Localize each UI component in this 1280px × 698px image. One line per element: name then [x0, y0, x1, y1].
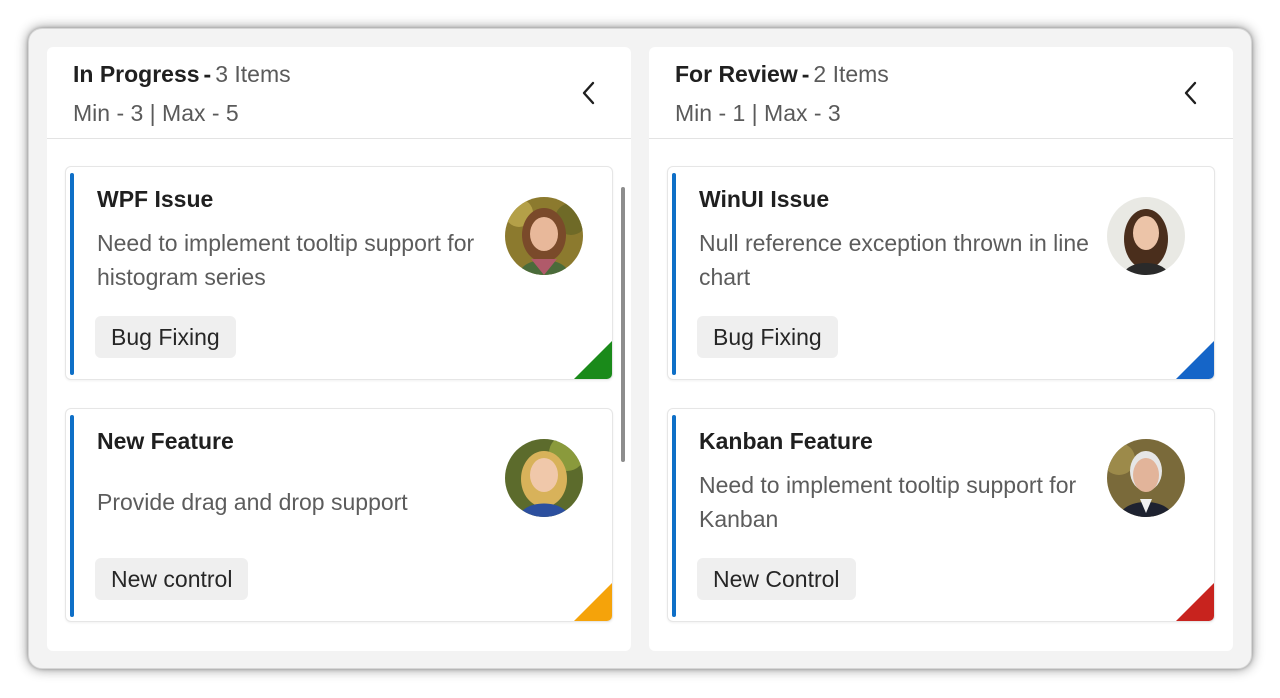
- priority-triangle: [574, 583, 612, 621]
- priority-indicator: [574, 583, 612, 621]
- card-title: WPF Issue: [97, 186, 214, 212]
- column-separator: -: [203, 61, 212, 87]
- priority-indicator: [1176, 341, 1214, 379]
- collapse-column-button[interactable]: [571, 75, 607, 111]
- column-header-line: In Progress -3 Items: [73, 61, 291, 88]
- card-tag[interactable]: Bug Fixing: [95, 316, 236, 358]
- column-header-line: For Review -2 Items: [675, 61, 889, 88]
- card-description: Need to implement tooltip support for hi…: [97, 230, 475, 290]
- priority-triangle: [1176, 583, 1214, 621]
- woman-portrait-avatar-icon: [505, 439, 583, 517]
- column-in-progress: In Progress -3 Items Min - 3 | Max - 5 WP…: [47, 47, 631, 651]
- card-description: Null reference exception thrown in line …: [699, 230, 1089, 290]
- card-description: Need to implement tooltip support for Ka…: [699, 472, 1077, 532]
- column-limits: Min - 3 | Max - 5: [73, 100, 239, 126]
- kanban-card[interactable]: WinUI Issue Null reference exception thr…: [667, 166, 1215, 380]
- column-separator: -: [801, 61, 810, 87]
- card-accent-bar: [70, 415, 74, 617]
- column-for-review: For Review -2 Items Min - 1 | Max - 3 Win…: [649, 47, 1233, 651]
- avatar[interactable]: [1107, 439, 1185, 517]
- kanban-card[interactable]: Kanban Feature Need to implement tooltip…: [667, 408, 1215, 622]
- priority-triangle: [1176, 341, 1214, 379]
- woman-portrait-avatar-icon: [1107, 197, 1185, 275]
- column-title: For Review: [675, 61, 798, 87]
- priority-triangle: [574, 341, 612, 379]
- man-portrait-avatar-icon: [1107, 439, 1185, 517]
- kanban-card[interactable]: New Feature Provide drag and drop suppor…: [65, 408, 613, 622]
- collapse-column-button[interactable]: [1173, 75, 1209, 111]
- card-tag[interactable]: New Control: [697, 558, 856, 600]
- priority-indicator: [1176, 583, 1214, 621]
- card-title: WinUI Issue: [699, 186, 830, 212]
- card-title: New Feature: [97, 428, 234, 454]
- column-limits: Min - 1 | Max - 3: [675, 100, 841, 126]
- column-header: For Review -2 Items Min - 1 | Max - 3: [649, 47, 1233, 139]
- column-header: In Progress -3 Items Min - 3 | Max - 5: [47, 47, 631, 139]
- card-tag[interactable]: Bug Fixing: [697, 316, 838, 358]
- column-item-count: 3 Items: [215, 61, 291, 87]
- kanban-board: In Progress -3 Items Min - 3 | Max - 5 WP…: [28, 28, 1252, 669]
- card-accent-bar: [672, 415, 676, 617]
- card-tag[interactable]: New control: [95, 558, 249, 600]
- column-title: In Progress: [73, 61, 200, 87]
- card-description: Provide drag and drop support: [97, 489, 408, 515]
- chevron-left-icon: [582, 81, 595, 105]
- avatar[interactable]: [505, 197, 583, 275]
- card-accent-bar: [672, 173, 676, 375]
- card-title: Kanban Feature: [699, 428, 873, 454]
- column-scrollbar[interactable]: [621, 187, 625, 462]
- avatar[interactable]: [1107, 197, 1185, 275]
- avatar[interactable]: [505, 439, 583, 517]
- card-accent-bar: [70, 173, 74, 375]
- priority-indicator: [574, 341, 612, 379]
- woman-portrait-avatar-icon: [505, 197, 583, 275]
- kanban-card[interactable]: WPF Issue Need to implement tooltip supp…: [65, 166, 613, 380]
- column-item-count: 2 Items: [813, 61, 889, 87]
- chevron-left-icon: [1184, 81, 1197, 105]
